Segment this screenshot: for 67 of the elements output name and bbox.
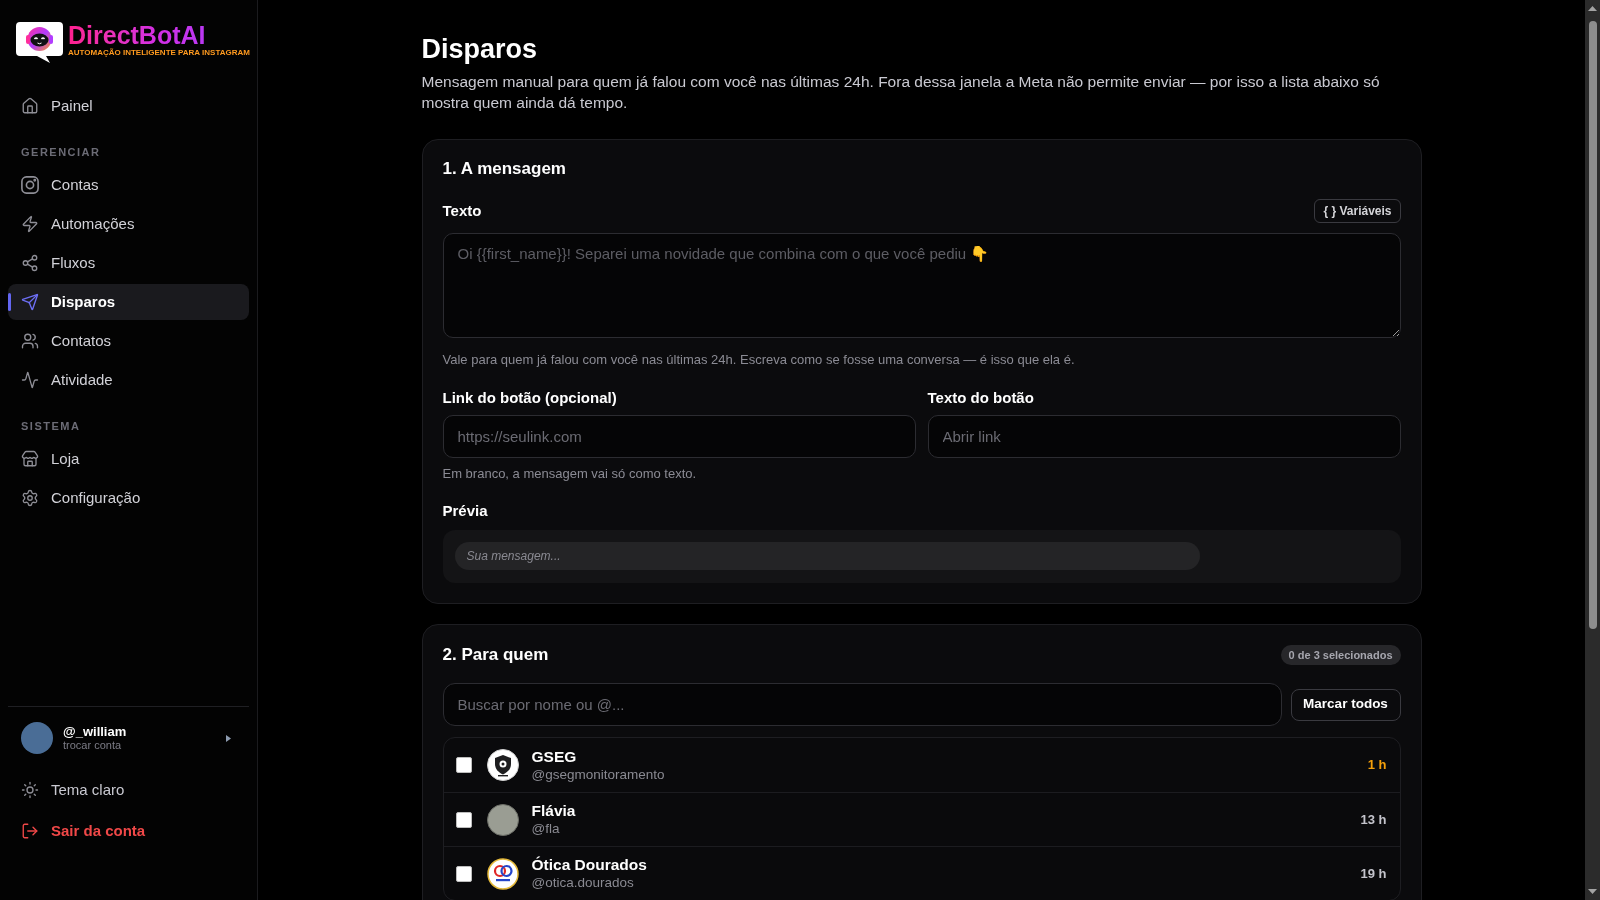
lightning-icon bbox=[21, 215, 39, 233]
variables-button[interactable]: { } Variáveis bbox=[1314, 199, 1401, 223]
nav-item[interactable]: Disparos bbox=[8, 284, 249, 320]
checkbox[interactable] bbox=[455, 865, 472, 882]
contact-name: Ótica Dourados bbox=[531, 856, 648, 874]
search-field[interactable]: Buscar por nome ou @... bbox=[442, 683, 1282, 726]
field-label: Texto do botão bbox=[927, 388, 1035, 408]
send-icon bbox=[21, 293, 39, 311]
section-heading: SISTEMA bbox=[20, 419, 82, 433]
camera-icon bbox=[21, 176, 39, 194]
nav-item[interactable]: Contas bbox=[8, 167, 249, 203]
nav-item[interactable]: Painel bbox=[8, 88, 249, 124]
logout-button[interactable]: Sair da conta bbox=[8, 813, 249, 849]
shield-avatar-icon bbox=[486, 749, 519, 781]
contact-name: GSEG bbox=[531, 747, 578, 766]
scrollbar-thumb[interactable] bbox=[1588, 21, 1597, 629]
field-label: Texto bbox=[442, 201, 482, 221]
last-message-time: 19 h bbox=[1360, 864, 1387, 883]
section-heading: GERENCIAR bbox=[20, 145, 102, 159]
scrollbar-track[interactable] bbox=[1585, 0, 1600, 900]
nav-item[interactable]: Fluxos bbox=[8, 245, 249, 281]
message-textarea[interactable]: Oi {{first_name}}! Separei uma novidade que combina com o que você pediu 👇 bbox=[442, 233, 1401, 338]
field-hint: Em branco, a mensagem vai só como texto. bbox=[442, 465, 698, 483]
nav-item[interactable]: Atividade bbox=[8, 362, 249, 398]
page-title: Disparos bbox=[421, 33, 539, 65]
house-icon bbox=[21, 97, 39, 115]
selection-badge: 0 de 3 selecionados bbox=[1280, 645, 1401, 665]
contact-handle: @gsegmonitoramento bbox=[531, 765, 666, 783]
robot-logo-icon bbox=[16, 22, 63, 63]
photo-placeholder bbox=[21, 722, 53, 754]
last-message-time: 1 h bbox=[1367, 756, 1387, 775]
emblem-avatar-icon bbox=[486, 857, 519, 890]
logout-icon bbox=[21, 822, 39, 840]
photo-placeholder bbox=[486, 803, 519, 836]
field-label: Link do botão (opcional) bbox=[442, 388, 618, 408]
users-icon bbox=[21, 332, 39, 350]
section-title: 2. Para quem bbox=[442, 644, 549, 666]
settings-icon bbox=[21, 489, 39, 507]
page-description: Mensagem manual para quem já falou com você nas últimas 24h. Fora dessa janela a Meta não permite enviar — por isso a lista abaixo só mostra quem ainda dá tempo. bbox=[421, 72, 1381, 113]
message-bubble: Sua mensagem... bbox=[454, 542, 1200, 570]
nav-item[interactable]: Configuração bbox=[8, 480, 249, 516]
scroll-down-arrow-icon[interactable] bbox=[1588, 889, 1597, 894]
contact-handle: @otica.dourados bbox=[531, 874, 635, 891]
caret-icon[interactable] bbox=[226, 734, 231, 742]
contact-handle: @fla bbox=[531, 820, 561, 837]
nav-item[interactable]: Loja bbox=[8, 441, 249, 477]
section-title: 1. A mensagem bbox=[442, 158, 567, 180]
checkbox[interactable] bbox=[455, 811, 472, 828]
text-input[interactable]: https://seulink.com bbox=[442, 415, 916, 458]
last-message-time: 13 h bbox=[1360, 810, 1387, 829]
field-hint: Vale para quem já falou com você nas últimas 24h. Escreva como se fosse uma conversa — é isso que ela é. bbox=[442, 351, 1076, 369]
nav-item[interactable]: Contatos bbox=[8, 323, 249, 359]
contact-name: Flávia bbox=[531, 802, 577, 820]
select-all-button[interactable]: Marcar todos bbox=[1290, 688, 1401, 721]
scroll-up-arrow-icon[interactable] bbox=[1588, 6, 1597, 11]
sun-icon bbox=[21, 781, 39, 799]
account-handle: @_william bbox=[63, 724, 128, 739]
text-input[interactable]: Abrir link bbox=[927, 415, 1401, 458]
field-label: Prévia bbox=[442, 501, 489, 521]
theme-toggle[interactable]: Tema claro bbox=[8, 772, 249, 808]
store-icon bbox=[21, 450, 39, 468]
nodes-icon bbox=[21, 254, 39, 272]
brand-tagline: AUTOMAÇÃO INTELIGENTE PARA INSTAGRAM bbox=[68, 48, 250, 58]
account-subtitle: trocar conta bbox=[63, 739, 123, 752]
checkbox[interactable] bbox=[455, 757, 472, 773]
nav-item[interactable]: Automações bbox=[8, 206, 249, 242]
pulse-icon bbox=[21, 371, 39, 389]
